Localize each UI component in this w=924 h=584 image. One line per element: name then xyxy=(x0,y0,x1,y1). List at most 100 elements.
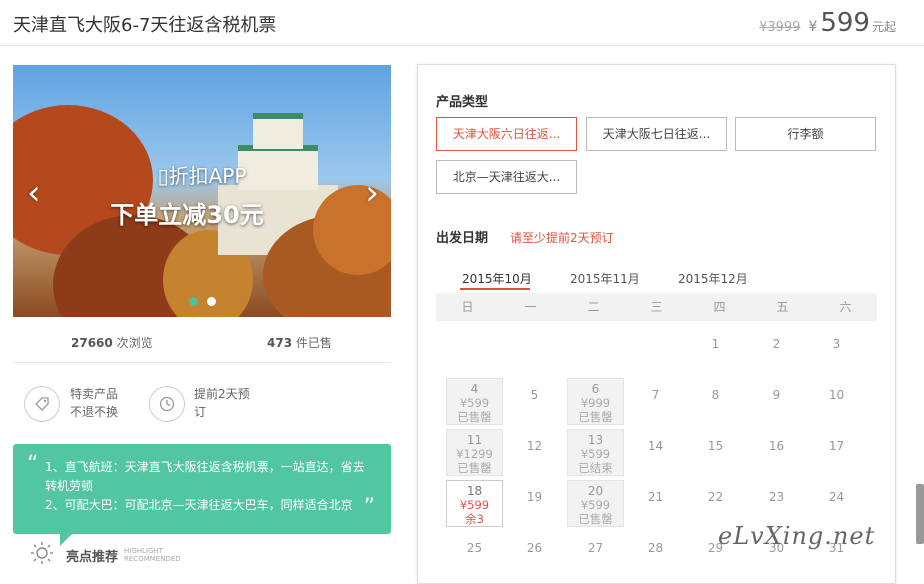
calendar-day[interactable]: 11 ¥1299 已售罄 xyxy=(446,429,503,476)
calendar-day: 19 xyxy=(506,480,563,527)
calendar-day[interactable]: 6 ¥999 已售罄 xyxy=(567,378,624,425)
month-tab-nov[interactable]: 2015年11月 xyxy=(570,270,640,287)
calendar-day: 14 xyxy=(627,429,684,476)
highlight-en-line: RECOMMENDED xyxy=(124,555,181,563)
calendar-day: 27 xyxy=(567,531,624,578)
day-number: 10 xyxy=(828,388,845,402)
weekday-label: 一 xyxy=(524,300,537,314)
day-number: 2 xyxy=(772,337,781,351)
stats-bar: 27660 次浏览 473 件已售 xyxy=(13,320,391,363)
day-number: 24 xyxy=(828,490,845,504)
day-number: 8 xyxy=(711,388,720,402)
castle-image xyxy=(253,113,303,149)
weekday-label: 日 xyxy=(461,300,474,314)
calendar-day: 17 xyxy=(808,429,865,476)
day-number: 20 xyxy=(587,484,604,498)
calendar-day[interactable]: 20 ¥599 已售罄 xyxy=(567,480,624,527)
calendar-day: 23 xyxy=(748,480,805,527)
option-beijing-tianjin-bus[interactable]: 北京—天津往返大... xyxy=(436,160,577,194)
prev-slide-button[interactable]: ‹ xyxy=(27,173,41,213)
weekday-label: 二 xyxy=(587,300,600,314)
day-price: ¥599 xyxy=(459,396,490,410)
calendar-day[interactable]: 4 ¥599 已售罄 xyxy=(446,378,503,425)
month-tab-dec[interactable]: 2015年12月 xyxy=(678,270,748,287)
day-price: ¥1299 xyxy=(456,447,493,461)
sold-count: 473 xyxy=(267,336,293,350)
day-number: 3 xyxy=(832,337,841,351)
product-header: 天津直飞大阪6-7天往返含税机票 ¥3999 ¥ 599 元起 xyxy=(0,0,924,46)
weekday-label: 五 xyxy=(776,300,789,314)
currency-symbol: ¥ xyxy=(808,19,818,35)
day-number: 12 xyxy=(526,439,543,453)
calendar-day: 1 xyxy=(687,327,744,374)
active-month-indicator xyxy=(460,288,530,290)
quote-open-icon: “ xyxy=(27,452,39,477)
feature-line: 订 xyxy=(194,405,207,419)
sold-stat: 473 件已售 xyxy=(267,334,332,351)
carousel-dot[interactable] xyxy=(189,297,198,306)
calendar-day[interactable]: 18 ¥599 余3 xyxy=(446,480,503,527)
product-type-label: 产品类型 xyxy=(436,95,489,110)
feature-advance: 提前2天预 订 xyxy=(194,385,250,421)
day-number: 18 xyxy=(466,484,483,498)
month-tab-oct[interactable]: 2015年10月 xyxy=(462,270,532,287)
day-status: 已结束 xyxy=(578,461,613,475)
weekday-header: 日 一 二 三 四 五 六 xyxy=(436,293,877,321)
banner-carousel[interactable]: ▯折扣APP 下单立减30元 ‹ › xyxy=(13,65,391,317)
option-tianjin-osaka-6day[interactable]: 天津大阪六日往返... xyxy=(436,117,577,151)
calendar-day: 5 xyxy=(506,378,563,425)
feature-line: 特卖产品 xyxy=(70,387,119,401)
day-number: 27 xyxy=(587,541,604,555)
weekday-label: 四 xyxy=(713,300,726,314)
next-slide-button[interactable]: › xyxy=(365,173,379,213)
day-number: 5 xyxy=(530,388,539,402)
feature-special: 特卖产品 不退不换 xyxy=(70,385,118,421)
sun-icon xyxy=(30,541,54,569)
day-number: 7 xyxy=(651,388,660,402)
tag-icon xyxy=(24,386,60,422)
views-label: 次浏览 xyxy=(116,336,153,350)
calendar-day: 22 xyxy=(687,480,744,527)
sold-label: 件已售 xyxy=(295,336,332,350)
calendar-day: 26 xyxy=(506,531,563,578)
views-count: 27660 xyxy=(71,336,113,350)
views-stat: 27660 次浏览 xyxy=(71,334,153,351)
day-number: 22 xyxy=(707,490,724,504)
day-number: 14 xyxy=(647,439,664,453)
day-number: 1 xyxy=(711,337,720,351)
calendar-day: 7 xyxy=(627,378,684,425)
day-number: 25 xyxy=(466,541,483,555)
promo-line: 2、可配大巴：可配北京—天津往返大巴车，同样适合北京 xyxy=(45,498,353,512)
day-price: ¥599 xyxy=(580,447,611,461)
promo-line: 1、直飞航班：天津直飞大阪往返含税机票，一站直达，省去转机劳顿 xyxy=(45,460,365,493)
day-number: 13 xyxy=(587,433,604,447)
calendar-day: 12 xyxy=(506,429,563,476)
day-number: 11 xyxy=(466,433,483,447)
weekday-label: 六 xyxy=(839,300,852,314)
day-status: 已售罄 xyxy=(578,512,613,526)
option-baggage[interactable]: 行李额 xyxy=(735,117,876,151)
quote-close-icon: ” xyxy=(363,495,375,520)
calendar-day[interactable]: 13 ¥599 已结束 xyxy=(567,429,624,476)
weekday-label: 三 xyxy=(650,300,663,314)
calendar-day: 15 xyxy=(687,429,744,476)
day-number: 23 xyxy=(768,490,785,504)
highlight-en-label: HIGHLIGHT RECOMMENDED xyxy=(124,547,181,563)
option-tianjin-osaka-7day[interactable]: 天津大阪七日往返... xyxy=(586,117,727,151)
day-price: ¥599 xyxy=(580,498,611,512)
booking-panel: 产品类型 天津大阪六日往返... 天津大阪七日往返... 行李额 北京—天津往返… xyxy=(417,64,896,584)
day-number: 28 xyxy=(647,541,664,555)
date-hint: 请至少提前2天预订 xyxy=(510,231,614,245)
carousel-dot[interactable] xyxy=(207,297,216,306)
scrollbar[interactable] xyxy=(916,484,924,544)
product-title: 天津直飞大阪6-7天往返含税机票 xyxy=(13,15,277,36)
highlight-en-line: HIGHLIGHT xyxy=(124,547,163,555)
day-price: ¥999 xyxy=(580,396,611,410)
day-price: ¥599 xyxy=(459,498,490,512)
day-number: 4 xyxy=(470,382,479,396)
calendar-day: 28 xyxy=(627,531,684,578)
day-number: 15 xyxy=(707,439,724,453)
calendar-day: 3 xyxy=(808,327,865,374)
day-status: 已售罄 xyxy=(457,410,492,424)
day-number: 26 xyxy=(526,541,543,555)
